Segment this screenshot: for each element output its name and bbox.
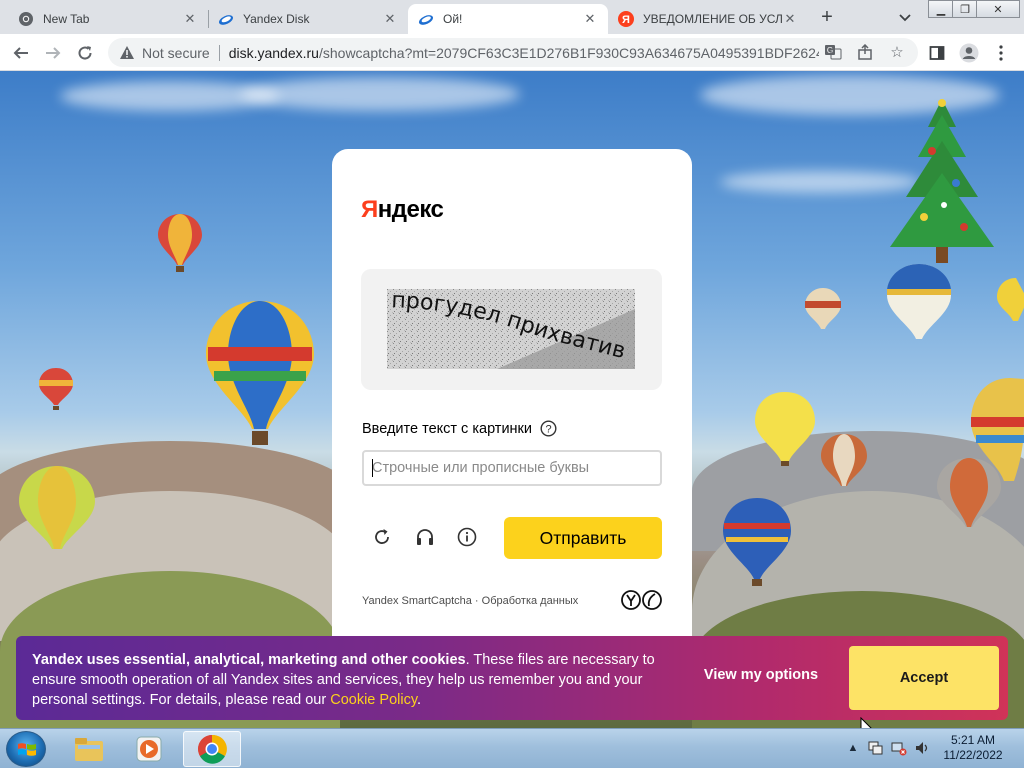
hot-air-balloon	[805, 288, 841, 329]
captcha-card: Яндекс прогудел прихватив Введите текст …	[332, 149, 692, 649]
cookie-message: Yandex uses essential, analytical, marke…	[32, 650, 682, 710]
audio-captcha-headphones-icon[interactable]	[413, 525, 437, 549]
hot-air-balloon	[19, 466, 95, 549]
hot-air-balloon	[755, 392, 815, 466]
question-mark-icon[interactable]: ?	[540, 420, 557, 437]
tab-new-tab[interactable]: New Tab ✕	[8, 4, 208, 34]
hot-air-balloon	[206, 301, 314, 445]
url-host: disk.yandex.ru	[228, 44, 319, 61]
clock-time: 5:21 AM	[950, 733, 996, 747]
new-tab-button[interactable]: +	[814, 6, 840, 30]
hot-air-balloon	[997, 278, 1024, 321]
network-icon[interactable]	[890, 739, 908, 757]
close-window-button[interactable]: ✕	[976, 0, 1020, 18]
tab-search-chevron-icon[interactable]	[894, 8, 916, 28]
close-tab-icon[interactable]: ✕	[582, 11, 598, 27]
svg-text:?: ?	[545, 424, 551, 436]
captcha-prompt: Введите текст с картинки ?	[362, 420, 557, 437]
captcha-prompt-label: Введите текст с картинки	[362, 420, 532, 437]
close-tab-icon[interactable]: ✕	[382, 11, 398, 27]
tab-notice[interactable]: Я УВЕДОМЛЕНИЕ ОБ УСЛ ✕	[608, 4, 808, 34]
security-status-label[interactable]: Not secure	[142, 45, 210, 61]
text-caret	[372, 459, 373, 477]
close-tab-icon[interactable]: ✕	[782, 11, 798, 27]
info-icon[interactable]	[455, 525, 479, 549]
captcha-footer: Yandex SmartCaptcha · Обработка данных	[362, 595, 578, 607]
side-panel-icon[interactable]	[924, 40, 950, 66]
address-bar[interactable]: Not secure disk.yandex.ru/showcaptcha?mt…	[108, 38, 918, 67]
chrome-icon	[18, 11, 34, 27]
bookmark-star-icon[interactable]: ☆	[886, 41, 908, 63]
data-processing-link[interactable]: Обработка данных	[482, 595, 579, 607]
system-clock[interactable]: 5:21 AM 11/22/2022	[934, 733, 1012, 763]
submit-button[interactable]: Отправить	[504, 517, 662, 559]
logo-letter: Я	[361, 196, 378, 223]
start-button[interactable]	[6, 731, 46, 767]
cookie-end-text: .	[417, 692, 422, 708]
tab-title: Yandex Disk	[243, 12, 310, 26]
footer-separator: ·	[471, 595, 482, 607]
explorer-icon	[75, 738, 103, 761]
hot-air-balloon	[821, 434, 867, 486]
christmas-tree-decoration	[890, 99, 994, 263]
share-icon[interactable]	[854, 41, 876, 63]
profile-avatar-icon[interactable]	[956, 40, 982, 66]
yandex-disk-icon	[418, 11, 434, 27]
close-tab-icon[interactable]: ✕	[182, 11, 198, 27]
tab-yandex-disk[interactable]: Yandex Disk ✕	[208, 4, 408, 34]
restore-window-button[interactable]: ❐	[952, 0, 978, 18]
svg-text:Я: Я	[622, 14, 630, 26]
yandex-disk-icon	[218, 11, 234, 27]
captcha-image: прогудел прихватив	[387, 289, 635, 369]
back-arrow-icon[interactable]	[8, 40, 34, 66]
tab-captcha-active[interactable]: Ой! ✕	[408, 4, 608, 34]
windows-logo-icon	[18, 743, 36, 756]
smartcaptcha-brand: Yandex SmartCaptcha	[362, 595, 472, 607]
tab-title: УВЕДОМЛЕНИЕ ОБ УСЛ	[643, 12, 782, 26]
windows-taskbar: ▲ 5:21 AM 11/22/2022	[0, 728, 1024, 768]
hot-air-balloon	[971, 378, 1024, 481]
hot-air-balloon	[723, 498, 791, 586]
tab-title: Ой!	[443, 12, 463, 26]
kebab-menu-icon[interactable]	[988, 40, 1014, 66]
clock-date: 11/22/2022	[943, 748, 1003, 762]
tab-title: New Tab	[43, 12, 90, 26]
browser-toolbar: Not secure disk.yandex.ru/showcaptcha?mt…	[0, 34, 1024, 71]
hot-air-balloon	[158, 214, 202, 272]
taskbar-media-player[interactable]	[120, 731, 178, 767]
captcha-answer-input[interactable]	[362, 450, 662, 486]
action-center-flag-icon[interactable]	[866, 739, 884, 757]
volume-speaker-icon[interactable]	[913, 739, 931, 757]
captcha-image-container: прогудел прихватив	[361, 269, 662, 390]
show-hidden-icons-icon[interactable]: ▲	[844, 739, 862, 757]
reload-icon[interactable]	[72, 40, 98, 66]
forward-arrow-icon[interactable]	[40, 40, 66, 66]
browser-tab-strip: New Tab ✕ Yandex Disk ✕ Ой! ✕ Я УВЕДОМЛЕ…	[0, 0, 1024, 34]
chrome-icon	[198, 734, 227, 764]
media-player-icon	[136, 736, 162, 762]
yandex-y-icon: Я	[618, 11, 634, 27]
yandex-logo[interactable]: Яндекс	[361, 196, 444, 224]
smartcaptcha-logo-icon[interactable]	[620, 589, 664, 611]
cookie-consent-banner: Yandex uses essential, analytical, marke…	[16, 636, 1008, 720]
cloud	[240, 77, 520, 111]
minimize-window-button[interactable]: ▁	[928, 0, 954, 18]
logo-rest: ндекс	[377, 196, 444, 223]
url-text[interactable]: disk.yandex.ru/showcaptcha?mt=2079CF63C3…	[229, 45, 819, 61]
translate-icon[interactable]: G	[822, 41, 844, 63]
cookie-bold-text: Yandex uses essential, analytical, marke…	[32, 652, 466, 668]
hot-air-balloon	[39, 368, 73, 410]
url-path: /showcaptcha?mt=2079CF63C3E1D276B1F930C9…	[318, 44, 819, 61]
view-options-button[interactable]: View my options	[686, 667, 836, 683]
warning-icon[interactable]	[118, 44, 136, 62]
hot-air-balloon	[887, 264, 951, 339]
omnibox-divider	[218, 44, 220, 61]
accept-cookies-button[interactable]: Accept	[849, 646, 999, 710]
refresh-captcha-icon[interactable]	[370, 525, 394, 549]
svg-text:G: G	[827, 46, 833, 55]
taskbar-chrome[interactable]	[183, 731, 241, 767]
cookie-policy-link[interactable]: Cookie Policy	[330, 692, 417, 708]
page-viewport: Яндекс прогудел прихватив Введите текст …	[0, 71, 1024, 728]
taskbar-explorer[interactable]	[60, 731, 118, 767]
